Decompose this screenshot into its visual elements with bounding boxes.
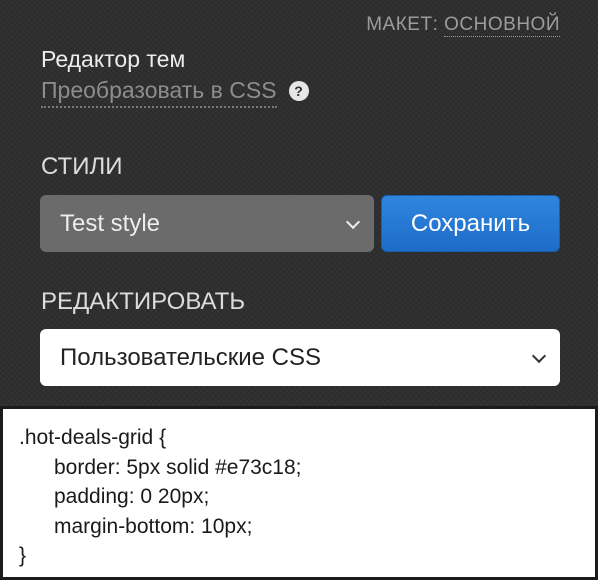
style-select-value: Test style	[60, 209, 161, 237]
convert-row: Преобразовать в CSS ?	[41, 77, 309, 108]
layout-selector: МАКЕТ: ОСНОВНОЙ	[366, 14, 560, 37]
layout-value-link[interactable]: ОСНОВНОЙ	[444, 14, 560, 37]
style-select[interactable]: Test style	[40, 195, 374, 252]
styles-label: СТИЛИ	[41, 153, 123, 180]
code-line: margin-bottom: 10px;	[54, 514, 253, 538]
editor-title: Редактор тем	[41, 46, 186, 72]
code-line: .hot-deals-grid {	[19, 426, 167, 449]
edit-label: РЕДАКТИРОВАТЬ	[41, 288, 246, 315]
theme-editor-panel: МАКЕТ: ОСНОВНОЙ Редактор тем Преобразова…	[0, 0, 598, 406]
edit-target-select[interactable]: Пользовательские CSS	[40, 329, 560, 386]
save-button[interactable]: Сохранить	[381, 195, 560, 252]
chevron-down-icon	[345, 214, 361, 229]
code-line: border: 5px solid #e73c18;	[54, 455, 302, 479]
code-line: }	[19, 544, 27, 567]
code-line: padding: 0 20px;	[54, 485, 210, 508]
edit-target-value: Пользовательские CSS	[60, 343, 322, 371]
chevron-down-icon	[531, 348, 547, 363]
convert-to-css-link[interactable]: Преобразовать в CSS	[41, 77, 277, 108]
help-icon[interactable]: ?	[288, 80, 309, 101]
layout-label: МАКЕТ:	[366, 14, 439, 35]
css-code-editor[interactable]: .hot-deals-grid { border: 5px solid #e73…	[0, 406, 598, 580]
